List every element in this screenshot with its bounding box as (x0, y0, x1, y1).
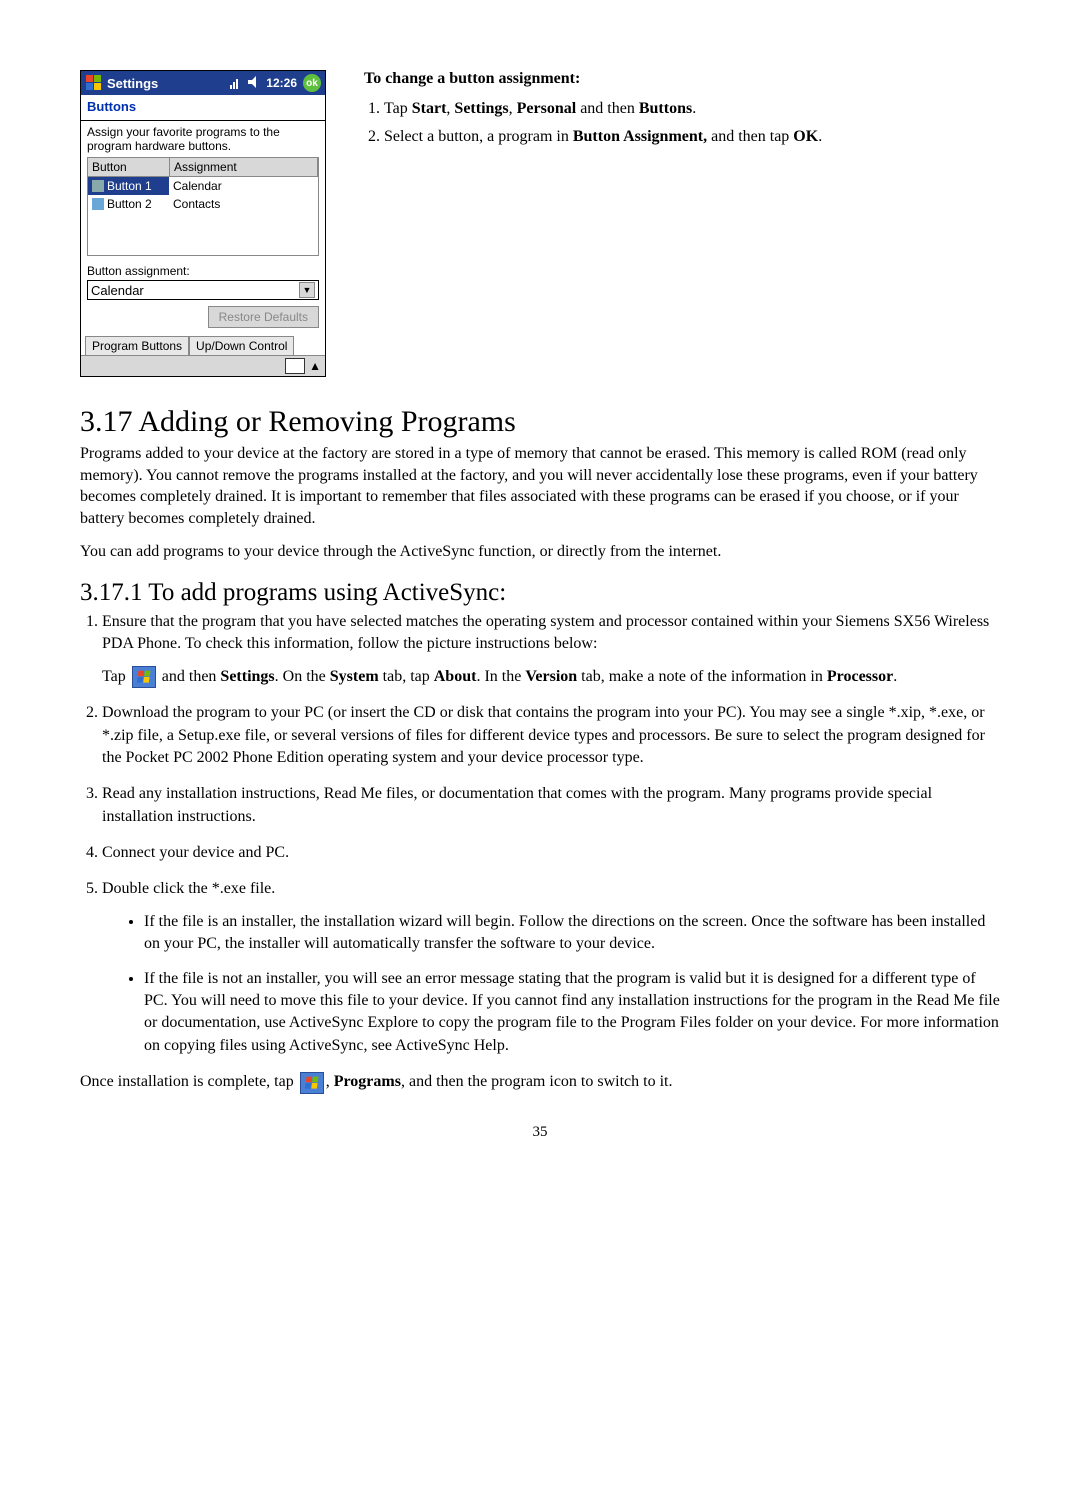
page-number: 35 (80, 1124, 1000, 1141)
pda-screenshot: Settings 12:26 ok Buttons Assign your fa… (80, 70, 326, 377)
signal-icon (230, 77, 242, 89)
instructions-heading: To change a button assignment: (364, 70, 1000, 88)
bullet-item: If the file is an installer, the install… (144, 911, 1000, 956)
tab-program-buttons[interactable]: Program Buttons (85, 336, 189, 355)
instruction-step: Select a button, a program in Button Ass… (384, 128, 1000, 146)
sip-bar: ▲ (81, 355, 325, 376)
chevron-down-icon: ▼ (299, 282, 315, 298)
row-button-label: Button 1 (107, 179, 152, 193)
calendar-icon (92, 180, 104, 192)
restore-defaults-button[interactable]: Restore Defaults (208, 306, 319, 328)
keyboard-icon[interactable] (285, 358, 305, 374)
start-icon (132, 666, 156, 688)
row-assignment-label: Contacts (169, 195, 318, 213)
clock-time: 12:26 (266, 76, 297, 90)
section-heading-317: 3.17 Adding or Removing Programs (80, 405, 1000, 439)
section-paragraph: You can add programs to your device thro… (80, 541, 1000, 563)
tab-updown-control[interactable]: Up/Down Control (189, 336, 294, 355)
ok-button[interactable]: ok (303, 74, 321, 92)
assignment-value: Calendar (91, 283, 144, 298)
assignment-dropdown[interactable]: Calendar ▼ (87, 280, 319, 300)
row-button-label: Button 2 (107, 197, 152, 211)
table-row[interactable]: Button 2 Contacts (88, 195, 318, 213)
screen-note: Assign your favorite programs to the pro… (81, 121, 325, 157)
list-item: Read any installation instructions, Read… (102, 783, 1000, 828)
section-paragraph: Programs added to your device at the fac… (80, 443, 1000, 529)
row-assignment-label: Calendar (169, 177, 318, 195)
speaker-icon (248, 76, 260, 91)
titlebar: Settings 12:26 ok (81, 71, 325, 95)
final-paragraph: Once installation is complete, tap , Pro… (80, 1071, 1000, 1093)
list-item: Connect your device and PC. (102, 842, 1000, 864)
screen-heading: Buttons (81, 95, 325, 120)
list-item: Ensure that the program that you have se… (102, 611, 1000, 688)
up-arrow-icon[interactable]: ▲ (309, 359, 321, 373)
list-item: Download the program to your PC (or inse… (102, 702, 1000, 769)
subsection-heading-3171: 3.17.1 To add programs using ActiveSync: (80, 579, 1000, 607)
bullet-item: If the file is not an installer, you wil… (144, 968, 1000, 1058)
table-row[interactable]: Button 1 Calendar (88, 177, 318, 195)
start-icon (300, 1072, 324, 1094)
start-icon (85, 74, 103, 92)
instruction-step: Tap Start, Settings, Personal and then B… (384, 100, 1000, 118)
contacts-icon (92, 198, 104, 210)
table-body: Button 1 Calendar Button 2 Contacts (87, 177, 319, 256)
table-header: Button Assignment (87, 157, 319, 177)
titlebar-app-name: Settings (107, 76, 158, 91)
list-item: Double click the *.exe file. If the file… (102, 878, 1000, 1057)
column-assignment: Assignment (170, 158, 318, 176)
assignment-label: Button assignment: (81, 262, 325, 278)
column-button: Button (88, 158, 170, 176)
